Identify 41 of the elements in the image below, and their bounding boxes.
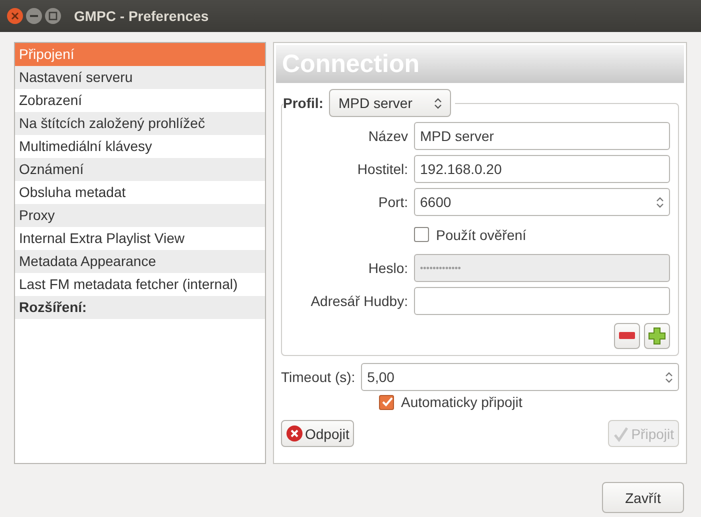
sidebar-item[interactable]: Last FM metadata fetcher (internal) — [15, 273, 265, 296]
profile-label: Profil: — [283, 95, 324, 111]
profile-dropdown[interactable]: MPD server — [329, 89, 452, 117]
timeout-spin-field[interactable]: 5,00 — [361, 362, 679, 390]
updown-icon — [434, 97, 442, 109]
minus-icon — [619, 332, 635, 340]
sidebar-item: Rozšíření: — [15, 296, 265, 319]
plus-icon — [648, 327, 666, 345]
window-title: GMPC - Preferences — [74, 8, 209, 24]
input-field[interactable]: 6600 — [414, 188, 670, 216]
sidebar-item[interactable]: Obsluha metadat — [15, 181, 265, 204]
sidebar-item[interactable]: Internal Extra Playlist View — [15, 227, 265, 250]
add-button[interactable] — [644, 323, 670, 349]
checkbox[interactable] — [414, 227, 429, 242]
input-field[interactable] — [414, 286, 670, 314]
remove-button[interactable] — [614, 323, 640, 349]
field-label: Hostitel: — [356, 160, 408, 176]
input-field[interactable]: 192.168.0.20 — [414, 154, 670, 182]
sidebar-item[interactable]: Na štítcích založený prohlížeč — [15, 112, 265, 135]
window-controls-icon[interactable] — [6, 7, 62, 25]
sidebar-item[interactable]: Metadata Appearance — [15, 250, 265, 273]
sidebar-item[interactable]: Zobrazení — [15, 89, 265, 112]
input-field[interactable]: MPD server — [414, 122, 670, 150]
error-icon — [286, 425, 303, 442]
timeout-label: Timeout (s): — [281, 368, 356, 384]
field-label: Port: — [377, 194, 408, 210]
auth-checkbox[interactable]: Použít ověření — [414, 226, 526, 242]
checkbox[interactable] — [379, 394, 394, 410]
sidebar-item[interactable]: Multimediální klávesy — [15, 135, 265, 158]
sidebar-item[interactable]: Nastavení serveru — [15, 66, 265, 89]
disconnect-button[interactable]: Odpojit — [281, 420, 354, 447]
auto-connect-checkbox[interactable]: Automaticky připojit — [379, 394, 679, 410]
sidebar-item[interactable]: Proxy — [15, 204, 265, 227]
checkmark-icon — [613, 426, 630, 442]
sidebar-item[interactable]: Oznámení — [15, 158, 265, 181]
spin-icon[interactable] — [665, 370, 673, 382]
field-label: Heslo: — [367, 260, 408, 276]
field-label: Adresář Hudby: — [310, 292, 408, 308]
spin-icon[interactable] — [656, 196, 664, 208]
field-label: Název — [367, 128, 408, 144]
close-button[interactable]: Zavřít — [602, 482, 684, 513]
